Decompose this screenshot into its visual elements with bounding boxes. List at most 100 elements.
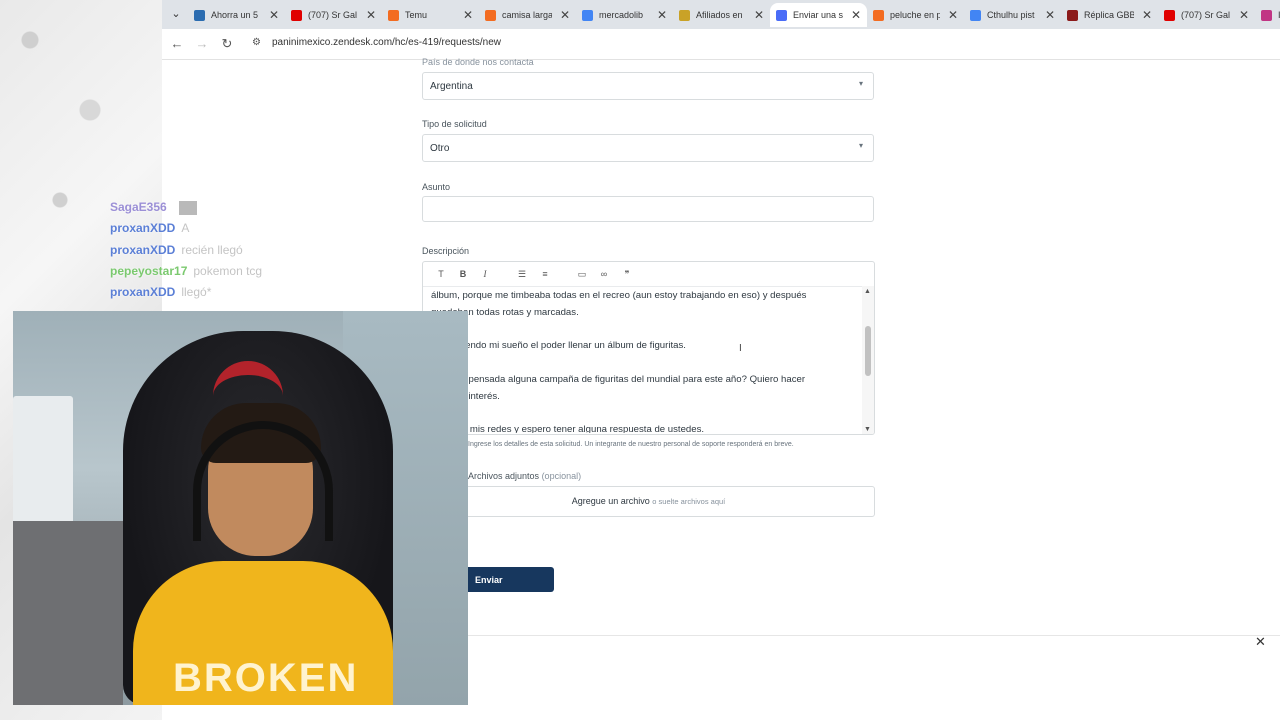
chat-emote-icon bbox=[178, 200, 197, 215]
tab-label: Ahorra un 5 bbox=[211, 10, 259, 20]
add-file-link[interactable]: Agregue un archivo bbox=[572, 496, 650, 506]
tab-label: mercadolib bbox=[599, 10, 644, 20]
browser-tab[interactable]: mercadolib ✕ bbox=[576, 3, 673, 27]
request-type-label: Tipo de solicitud bbox=[422, 119, 487, 129]
tab-close-icon[interactable]: ✕ bbox=[366, 8, 376, 22]
editor-scrollbar[interactable]: ▲ ▼ bbox=[862, 286, 874, 434]
browser-tab[interactable]: (707) Sr Gal ✕ bbox=[1158, 3, 1255, 27]
italic-icon[interactable]: I bbox=[478, 267, 492, 281]
close-icon[interactable]: ✕ bbox=[1255, 634, 1266, 650]
tab-search-icon[interactable]: ⌄ bbox=[168, 5, 184, 23]
chat-text: recién llegó bbox=[181, 242, 243, 257]
chat-username: SagaE356 bbox=[110, 200, 167, 214]
subject-label: Asunto bbox=[422, 182, 451, 192]
tab-favicon-icon bbox=[970, 9, 981, 21]
chat-username: pepeyostar17 bbox=[110, 263, 188, 278]
tab-close-icon[interactable]: ✕ bbox=[269, 8, 279, 22]
tab-favicon-icon bbox=[1164, 9, 1175, 21]
tab-close-icon[interactable]: ✕ bbox=[948, 8, 958, 22]
browser-tab[interactable]: camisa larga ✕ bbox=[479, 3, 576, 27]
tab-close-icon[interactable]: ✕ bbox=[657, 8, 667, 22]
text-style-icon[interactable]: T bbox=[434, 267, 448, 281]
forward-arrow-icon[interactable]: → bbox=[193, 35, 211, 53]
image-icon[interactable]: ▭ bbox=[575, 267, 589, 281]
file-dropzone[interactable]: Agregue un archivo o suelte archivos aqu… bbox=[422, 486, 875, 517]
editor-toolbar: T B I ☰ ≡ ▭ ∞ ❞ bbox=[423, 262, 874, 287]
tab-close-icon[interactable]: ✕ bbox=[1045, 8, 1055, 22]
scroll-thumb[interactable] bbox=[865, 326, 871, 376]
browser-tab[interactable]: Réplica GBB ✕ bbox=[1061, 3, 1158, 27]
webcam-overlay: BROKEN bbox=[13, 311, 468, 705]
tab-favicon-icon bbox=[1067, 9, 1078, 21]
text-cursor-icon: I bbox=[739, 343, 742, 354]
tab-close-icon[interactable]: ✕ bbox=[1239, 8, 1249, 22]
bold-icon[interactable]: B bbox=[456, 267, 470, 281]
tab-favicon-icon bbox=[1261, 9, 1272, 21]
description-editor[interactable]: T B I ☰ ≡ ▭ ∞ ❞ álbum, porque me timbeab… bbox=[422, 261, 875, 435]
chat-text: pokemon tcg bbox=[193, 263, 263, 278]
description-line: ¿Tienen pensada alguna campaña de figuri… bbox=[431, 373, 806, 385]
dropzone-hint: o suelte archivos aquí bbox=[652, 497, 726, 506]
tab-label: Afiliados en bbox=[696, 10, 743, 20]
chat-message: proxanXDD recién llegó bbox=[110, 243, 243, 257]
tab-favicon-icon bbox=[388, 9, 399, 21]
description-label: Descripción bbox=[422, 246, 470, 256]
browser-tab[interactable]: Ahorra un 5 ✕ bbox=[188, 3, 285, 27]
chat-text: llegó* bbox=[181, 285, 212, 300]
tab-close-icon[interactable]: ✕ bbox=[754, 8, 764, 22]
tab-close-icon[interactable]: ✕ bbox=[463, 8, 473, 22]
description-line: quedaban todas rotas y marcadas. bbox=[431, 306, 579, 318]
chat-username: proxanXDD bbox=[110, 242, 176, 257]
tab-label: (707) Sr Gal bbox=[308, 10, 358, 20]
description-text[interactable]: álbum, porque me timbeaba todas en el re… bbox=[431, 288, 856, 433]
site-info-icon[interactable]: ⚙ bbox=[252, 37, 264, 49]
attachments-optional: (opcional) bbox=[541, 471, 582, 481]
description-hint: Ingrese los detalles de esta solicitud. … bbox=[468, 441, 794, 448]
attachments-label-text: Archivos adjuntos bbox=[468, 471, 540, 481]
country-select[interactable]: Argentina ▾ bbox=[422, 72, 874, 100]
chat-message: proxanXDD A bbox=[110, 221, 189, 235]
browser-tab[interactable]: (707) Sr Gal ✕ bbox=[285, 3, 382, 27]
browser-tab[interactable]: peluche en p ✕ bbox=[867, 3, 964, 27]
country-label: País de donde nos contacta bbox=[422, 57, 534, 67]
tab-label: Cthulhu pist bbox=[987, 10, 1035, 20]
tab-label: camisa larga bbox=[502, 10, 552, 20]
browser-tab[interactable]: Afiliados en ✕ bbox=[673, 3, 770, 27]
browser-tab[interactable]: Temu ✕ bbox=[382, 3, 479, 27]
description-line: Sigue siendo mi sueño el poder llenar un… bbox=[431, 340, 686, 352]
tab-close-icon[interactable]: ✕ bbox=[851, 8, 861, 22]
subject-input[interactable] bbox=[422, 196, 874, 222]
tab-close-icon[interactable]: ✕ bbox=[560, 8, 570, 22]
chevron-down-icon: ▾ bbox=[858, 79, 863, 88]
description-line bbox=[431, 322, 856, 339]
tab-favicon-icon bbox=[873, 9, 884, 21]
tab-favicon-icon bbox=[485, 9, 496, 21]
webcam-appliance bbox=[13, 396, 73, 536]
url-text[interactable]: paninimexico.zendesk.com/hc/es-419/reque… bbox=[272, 37, 501, 48]
description-line: álbum, porque me timbeaba todas en el re… bbox=[431, 290, 807, 301]
shirt-print: BROKEN bbox=[173, 656, 359, 700]
scroll-down-icon[interactable]: ▼ bbox=[864, 426, 871, 433]
tab-label: Réplica GBB bbox=[1084, 10, 1134, 20]
tab-favicon-icon bbox=[291, 9, 302, 21]
chat-message: proxanXDD llegó* bbox=[110, 285, 211, 299]
scroll-up-icon[interactable]: ▲ bbox=[864, 288, 871, 295]
country-value: Argentina bbox=[430, 81, 473, 92]
webcam-sofa bbox=[13, 521, 123, 705]
browser-tab[interactable]: Ir bbox=[1255, 3, 1280, 27]
chat-message: SagaE356 bbox=[110, 200, 197, 215]
chat-message: pepeyostar17 pokemon tcg bbox=[110, 264, 262, 278]
reload-icon[interactable]: ↻ bbox=[218, 35, 236, 53]
request-type-select[interactable]: Otro ▾ bbox=[422, 134, 874, 162]
tab-favicon-icon bbox=[582, 9, 593, 21]
numbered-list-icon[interactable]: ≡ bbox=[538, 267, 552, 281]
tab-label: Temu bbox=[405, 10, 428, 20]
browser-tab[interactable]: Cthulhu pist ✕ bbox=[964, 3, 1061, 27]
quote-icon[interactable]: ❞ bbox=[620, 267, 634, 281]
tab-favicon-icon bbox=[679, 9, 690, 21]
browser-tab[interactable]: Enviar una s ✕ bbox=[770, 3, 867, 27]
link-icon[interactable]: ∞ bbox=[597, 267, 611, 281]
bullet-list-icon[interactable]: ☰ bbox=[515, 267, 529, 281]
tab-close-icon[interactable]: ✕ bbox=[1142, 8, 1152, 22]
back-arrow-icon[interactable]: ← bbox=[168, 35, 186, 53]
